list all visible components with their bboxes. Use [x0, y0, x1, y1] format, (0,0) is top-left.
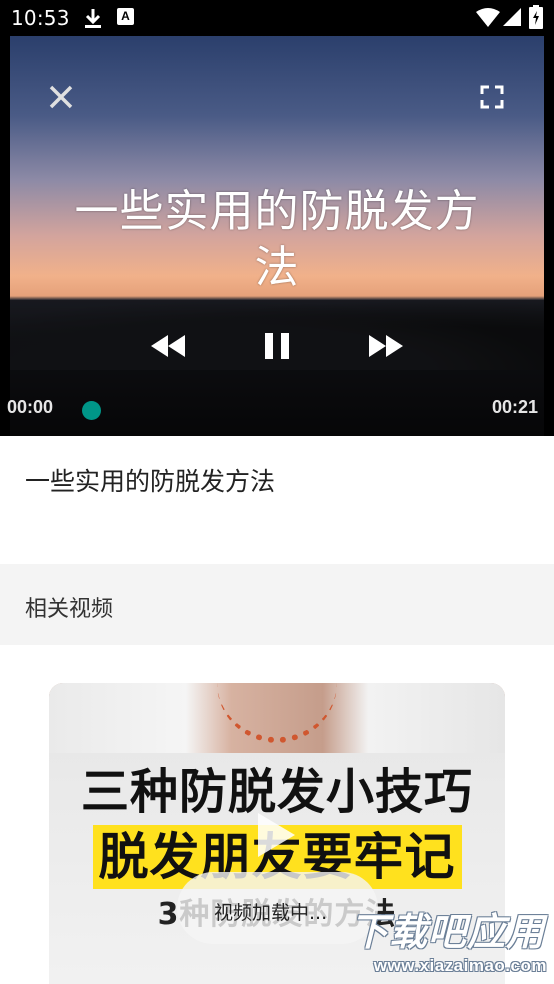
status-time: 10:53 [11, 6, 70, 30]
fullscreen-icon[interactable] [480, 85, 504, 109]
player-area: 10:53 A 一些实用的防脱发方 法 00:00 00:21 [0, 0, 554, 436]
fast-forward-icon[interactable] [367, 333, 405, 359]
rewind-icon[interactable] [149, 333, 187, 359]
play-icon[interactable] [254, 810, 298, 860]
total-time: 00:21 [492, 397, 539, 417]
progress-thumb[interactable] [82, 401, 101, 420]
loading-toast-text: 视频加载中... [214, 902, 328, 924]
status-bar: 10:53 A [0, 0, 554, 36]
video-title: 一些实用的防脱发方法 [25, 467, 276, 496]
download-icon [85, 9, 101, 28]
watermark-url-text: www.xiazaimao.com [373, 956, 547, 975]
current-time: 00:00 [7, 397, 54, 417]
close-icon[interactable] [46, 82, 76, 112]
a-notification-icon: A [117, 8, 134, 25]
battery-icon [529, 5, 543, 29]
overlay-line-2: 法 [254, 242, 300, 293]
pause-icon[interactable] [262, 331, 292, 361]
watermark-main-text: 下载吧应用 [349, 910, 545, 954]
related-section-header: 相关视频 [0, 564, 554, 645]
wifi-icon [476, 8, 500, 27]
watermark: 下载吧应用 www.xiazaimao.com [333, 907, 551, 980]
overlay-line-1: 一些实用的防脱发方 [74, 186, 480, 237]
related-videos-label: 相关视频 [25, 597, 114, 622]
signal-icon [503, 8, 521, 26]
video-overlay-text: 一些实用的防脱发方 法 [0, 184, 554, 296]
